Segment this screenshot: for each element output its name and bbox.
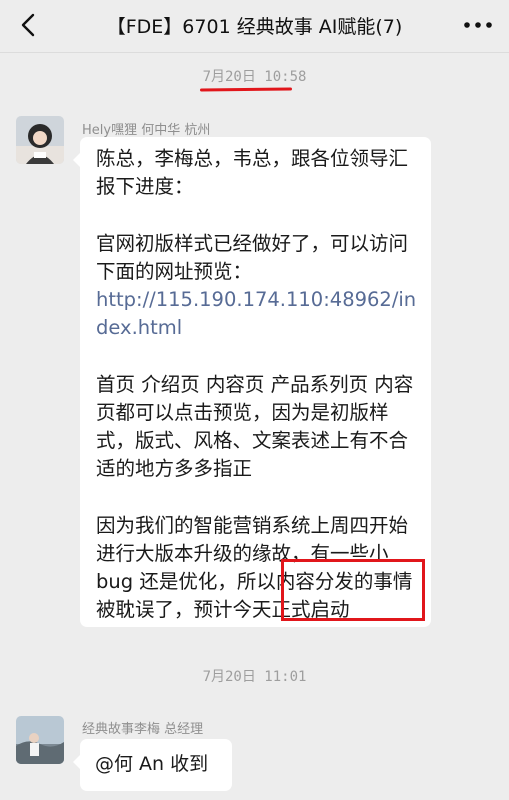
- sender-name: 经典故事李梅 总经理: [82, 722, 204, 737]
- message-text: 陈总，李梅总，韦总，跟各位领导汇报下进度： 官网初版样式已经做好了，可以访问 下…: [96, 145, 426, 624]
- message-paragraph: 陈总，李梅总，韦总，跟各位领导汇报下进度：: [96, 147, 409, 198]
- message-timestamp: 7月20日 10:58: [202, 69, 307, 85]
- red-annotation-box: [281, 559, 425, 621]
- message-timestamp: 7月20日 11:01: [202, 669, 307, 685]
- back-chevron-icon[interactable]: [14, 10, 44, 40]
- message-paragraph-text: 官网初版样式已经做好了，可以访问 下面的网址预览：: [96, 232, 409, 283]
- preview-link[interactable]: http://115.190.174.110:48962/index.html: [96, 288, 416, 339]
- red-annotation-underline: [199, 87, 293, 92]
- more-dots-icon[interactable]: [461, 14, 495, 36]
- message-paragraph: 首页 介绍页 内容页 产品系列页 内容页都可以点击预览，因为是初版样式，版式、风…: [96, 373, 414, 480]
- message-text: @何 An 收到: [95, 753, 209, 775]
- avatar[interactable]: [16, 716, 64, 764]
- message-bubble[interactable]: 陈总，李梅总，韦总，跟各位领导汇报下进度： 官网初版样式已经做好了，可以访问 下…: [73, 137, 431, 627]
- avatar[interactable]: [16, 116, 64, 164]
- message-bubble[interactable]: @何 An 收到: [73, 739, 232, 791]
- avatar-photo-icon: [16, 716, 64, 764]
- chat-title: 【FDE】6701 经典故事 AI赋能(7): [106, 16, 403, 38]
- message-paragraph: 官网初版样式已经做好了，可以访问 下面的网址预览： http://115.190.…: [96, 230, 426, 342]
- avatar-photo-icon: [16, 116, 64, 164]
- chat-header: 【FDE】6701 经典故事 AI赋能(7): [0, 0, 509, 53]
- sender-name: Hely嘿狸 何中华 杭州: [82, 123, 211, 138]
